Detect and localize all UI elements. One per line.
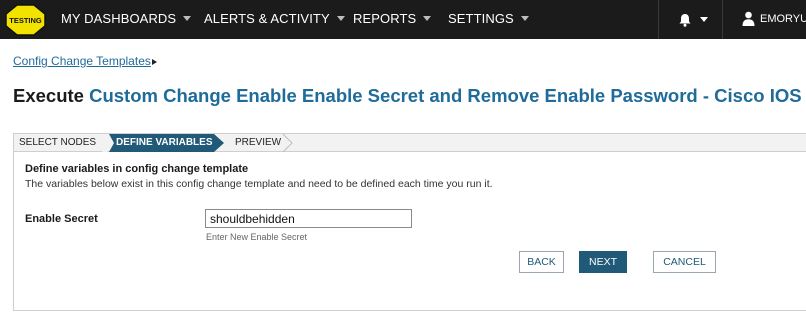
- breadcrumb-config-change-templates[interactable]: Config Change Templates: [13, 54, 151, 68]
- enable-secret-help-text: Enter New Enable Secret: [206, 232, 308, 242]
- page-title-template-name: Custom Change Enable Enable Secret and R…: [89, 85, 802, 106]
- page-title: Execute Custom Change Enable Enable Secr…: [13, 85, 802, 107]
- logo-text: TESTING: [9, 16, 42, 25]
- nav-my-dashboards-label: MY DASHBOARDS: [61, 11, 177, 26]
- testing-logo-icon[interactable]: TESTING: [5, 4, 46, 36]
- notifications-caret-icon[interactable]: [700, 17, 708, 22]
- cancel-button[interactable]: CANCEL: [653, 251, 716, 273]
- nav-settings[interactable]: SETTINGS: [448, 0, 529, 39]
- nav-divider: [658, 0, 659, 39]
- nav-reports[interactable]: REPORTS: [353, 0, 432, 39]
- nav-alerts-activity[interactable]: ALERTS & ACTIVITY: [204, 0, 345, 39]
- chevron-down-icon: [336, 16, 345, 21]
- wizard-steps: SELECT NODES DEFINE VARIABLES PREVIEW: [14, 134, 806, 152]
- next-button[interactable]: NEXT: [579, 251, 627, 273]
- bell-icon[interactable]: [677, 12, 693, 28]
- nav-alerts-activity-label: ALERTS & ACTIVITY: [204, 11, 330, 26]
- chevron-down-icon: [520, 16, 529, 21]
- chevron-down-icon: [423, 16, 432, 21]
- chevron-down-icon: [183, 16, 192, 21]
- step-define-variables[interactable]: DEFINE VARIABLES: [114, 134, 214, 152]
- step-separator-icon: [282, 134, 293, 152]
- nav-settings-label: SETTINGS: [448, 11, 514, 26]
- breadcrumb-arrow-icon[interactable]: [152, 59, 157, 65]
- step-separator-icon: [102, 134, 114, 152]
- section-description: The variables below exist in this config…: [25, 178, 493, 190]
- nav-reports-label: REPORTS: [353, 11, 417, 26]
- step-preview[interactable]: PREVIEW: [235, 134, 281, 152]
- section-heading: Define variables in config change templa…: [25, 163, 249, 175]
- user-name[interactable]: EMORYUN: [760, 0, 806, 38]
- nav-my-dashboards[interactable]: MY DASHBOARDS: [61, 0, 192, 39]
- enable-secret-input[interactable]: [205, 209, 412, 228]
- wizard-panel: SELECT NODES DEFINE VARIABLES PREVIEW De…: [13, 133, 806, 311]
- back-button[interactable]: BACK: [519, 251, 564, 273]
- enable-secret-label: Enable Secret: [25, 213, 98, 225]
- top-nav-bar: TESTING MY DASHBOARDS ALERTS & ACTIVITY …: [0, 0, 806, 39]
- step-active-arrow-icon: [214, 134, 224, 152]
- step-select-nodes[interactable]: SELECT NODES: [19, 134, 96, 152]
- page-title-verb: Execute: [13, 85, 84, 106]
- user-icon[interactable]: [742, 11, 755, 26]
- nav-divider: [722, 0, 723, 39]
